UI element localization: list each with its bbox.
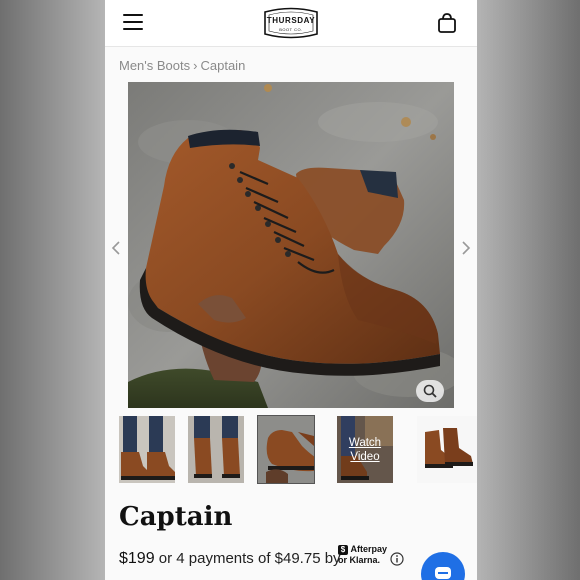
thumbnail-strip: Watch Video (119, 415, 477, 484)
afterpay-badge-icon: $ (338, 545, 348, 555)
payment-badges[interactable]: $ Afterpay or Klarna. (338, 544, 387, 566)
afterpay-label: Afterpay (350, 544, 388, 554)
logo-subtext: BOOT CO. (279, 27, 303, 32)
background-blur-left (0, 0, 105, 580)
brand-logo[interactable]: THURSDAY BOOT CO. (262, 6, 320, 40)
thumbnail-1[interactable] (119, 416, 175, 483)
chevron-right-icon[interactable] (460, 240, 472, 256)
watch-video-label[interactable]: Watch Video (337, 436, 393, 464)
shopping-bag-icon[interactable] (437, 12, 457, 34)
breadcrumb-link-mens-boots[interactable]: Men's Boots (119, 58, 190, 73)
chevron-left-icon[interactable] (110, 240, 122, 256)
chat-bubble-icon[interactable] (421, 552, 465, 580)
mobile-product-page: THURSDAY BOOT CO. Men's Boots›Captain (105, 0, 477, 580)
product-title: Captain (119, 502, 233, 532)
breadcrumb-separator: › (193, 58, 198, 73)
thumbnail-5[interactable] (417, 416, 477, 483)
breadcrumb-current[interactable]: Captain (200, 58, 245, 73)
info-circle-icon[interactable] (390, 552, 404, 566)
installments-text: or 4 payments of $49.75 by (158, 550, 341, 567)
hamburger-menu-icon[interactable] (123, 14, 143, 30)
thumbnail-video[interactable]: Watch Video (337, 416, 393, 483)
breadcrumb: Men's Boots › Captain (119, 58, 245, 73)
logo-wordmark: THURSDAY (266, 16, 316, 25)
thumbnail-2[interactable] (188, 416, 244, 483)
klarna-label: or Klarna. (338, 555, 381, 565)
thumbnail-3[interactable] (257, 415, 315, 484)
site-header: THURSDAY BOOT CO. (105, 0, 477, 47)
product-price: $199 (119, 550, 155, 567)
magnifier-icon[interactable] (416, 380, 444, 402)
background-blur-right (475, 0, 580, 580)
main-product-image[interactable] (128, 82, 454, 408)
price-row: $199 or 4 payments of $49.75 by (119, 550, 341, 568)
